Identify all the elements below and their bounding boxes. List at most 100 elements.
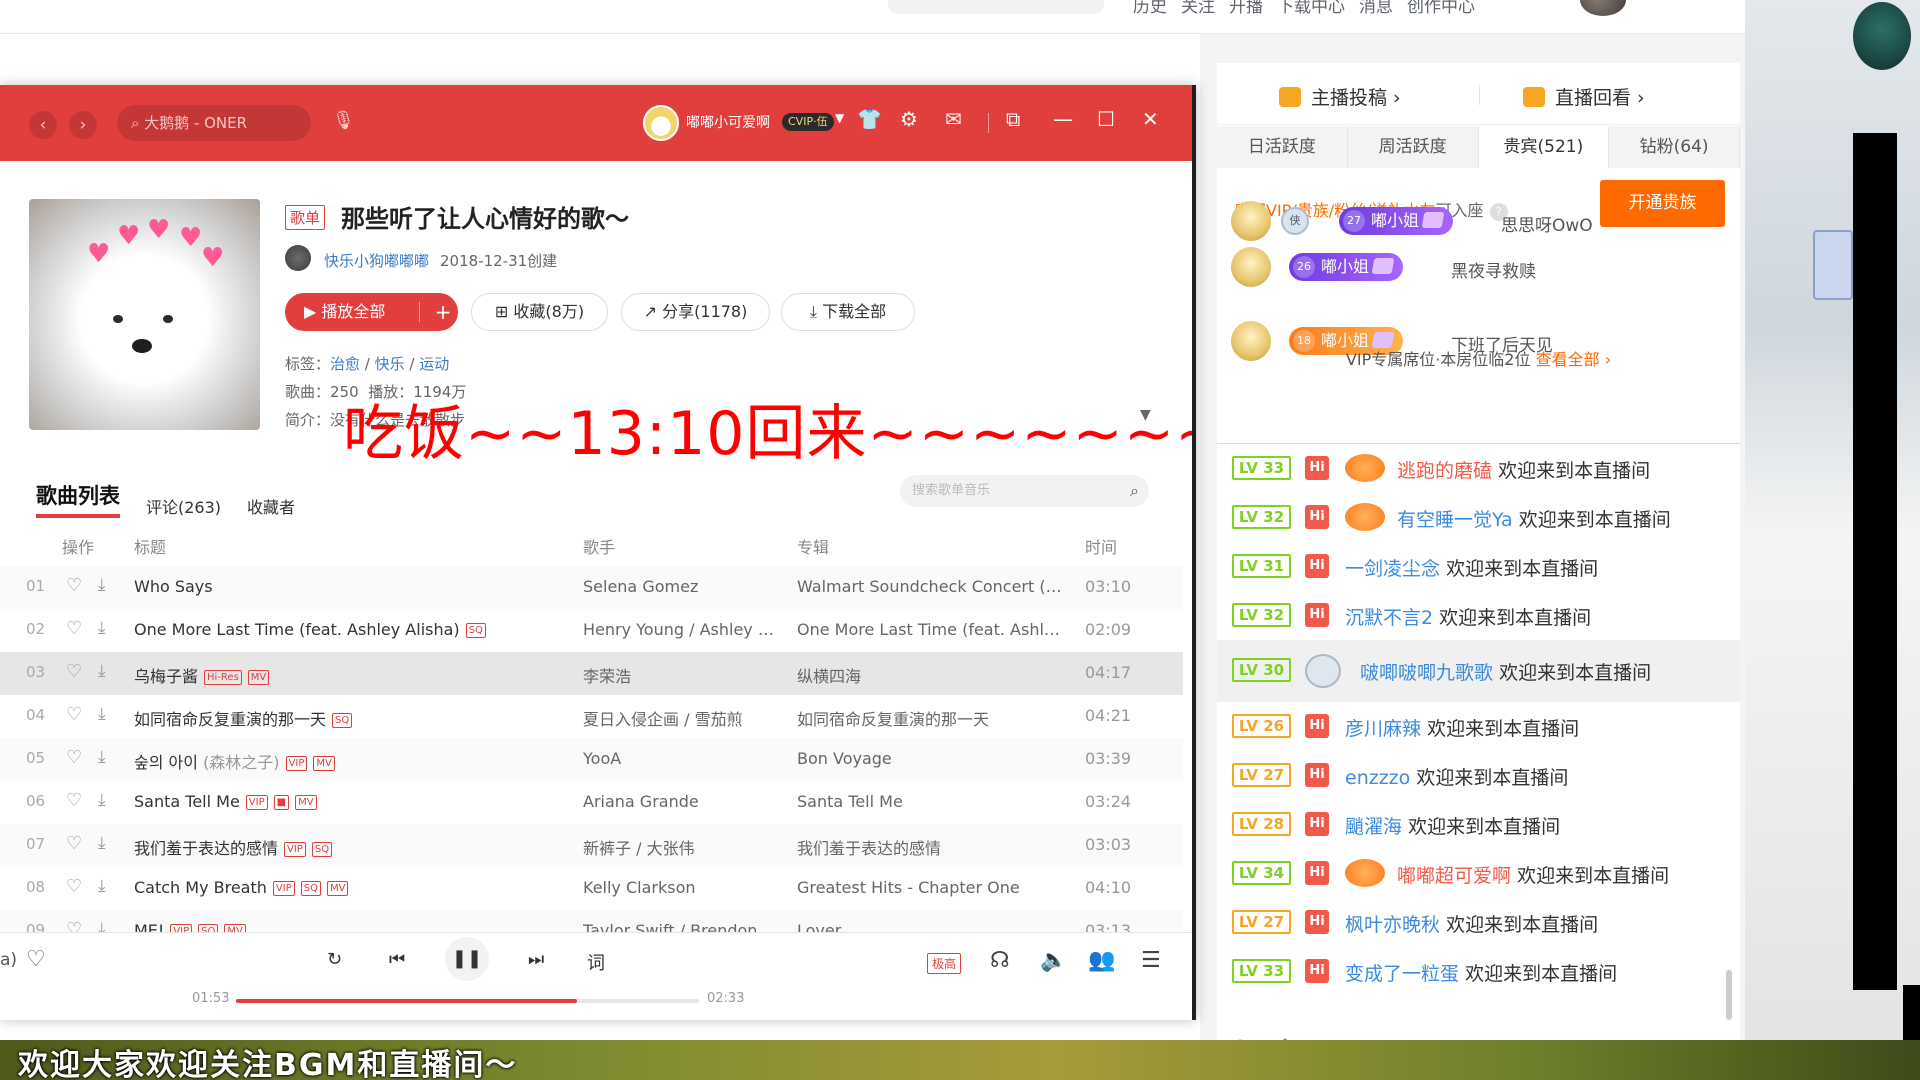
- chat-message[interactable]: LV 33 Hi 变成了一粒蛋 欢迎来到本直播间: [1217, 947, 1740, 996]
- chat-username[interactable]: 啵唧啵唧九歌歌: [1360, 662, 1493, 684]
- back-icon[interactable]: ‹: [29, 111, 57, 139]
- like-icon[interactable]: ♡: [66, 618, 82, 639]
- song-title-text[interactable]: 我们羞于表达的感情: [134, 839, 278, 858]
- tag-link[interactable]: 快乐: [375, 355, 405, 373]
- song-badge[interactable]: SQ: [465, 623, 486, 638]
- chevron-down-icon[interactable]: ▼: [835, 111, 844, 125]
- table-row[interactable]: 06 ♡ ⤓ Santa Tell Me VIP ■ MV Ariana Grande Sant…: [0, 781, 1183, 824]
- song-badge[interactable]: MV: [295, 795, 317, 810]
- chat-username[interactable]: 颵濯海: [1345, 816, 1402, 838]
- current-song-fragment[interactable]: a): [0, 950, 17, 970]
- previous-icon[interactable]: ⏮: [389, 949, 405, 970]
- song-title-text[interactable]: Who Says: [134, 577, 213, 596]
- chat-username[interactable]: 变成了一粒蛋: [1345, 963, 1459, 985]
- song-artist[interactable]: 夏日入侵企画 / 雪茄煎: [583, 706, 783, 730]
- song-album[interactable]: 如同宿命反复重演的那一天: [797, 706, 1069, 730]
- table-row[interactable]: 05 ♡ ⤓ 숲의 아이 (森林之子) VIP MV YooA Bon Voyage 03:39: [0, 738, 1183, 781]
- download-icon[interactable]: ⤓: [98, 876, 106, 896]
- song-title-text[interactable]: Santa Tell Me: [134, 792, 240, 811]
- maximize-icon[interactable]: ☐: [1097, 107, 1115, 131]
- mail-icon[interactable]: ✉: [945, 107, 962, 131]
- tab-comments[interactable]: 评论(263): [146, 494, 221, 518]
- chat-message[interactable]: LV 34 Hi 嘟嘟超可爱啊 欢迎来到本直播间: [1217, 849, 1740, 898]
- player-search-input[interactable]: ⌕ 大鹅鹅 - ONER: [117, 105, 311, 141]
- song-artist[interactable]: Kelly Clarkson: [583, 878, 783, 897]
- site-search-input[interactable]: [888, 0, 1104, 14]
- nav-download[interactable]: 下载中心: [1277, 0, 1345, 17]
- download-icon[interactable]: ⤓: [98, 618, 106, 638]
- progress-slider[interactable]: [236, 999, 699, 1003]
- song-title[interactable]: 乌梅子酱 Hi-Res MV: [134, 663, 270, 687]
- vip-seat[interactable]: 26 嘟小姐 黑夜寻救赎: [1231, 247, 1731, 289]
- song-badge[interactable]: VIP: [272, 881, 295, 896]
- chat-username[interactable]: 枫叶亦晚秋: [1345, 914, 1440, 936]
- song-title-text[interactable]: 숲의 아이: [134, 753, 198, 772]
- quality-button[interactable]: 极高: [927, 953, 962, 974]
- repeat-icon[interactable]: ↻: [327, 949, 342, 970]
- download-icon[interactable]: ⤓: [98, 833, 106, 853]
- song-title-text[interactable]: Catch My Breath: [134, 878, 267, 897]
- table-row[interactable]: 02 ♡ ⤓ One More Last Time (feat. Ashley Ali…: [0, 609, 1183, 652]
- song-title-text[interactable]: 如同宿命反复重演的那一天: [134, 710, 326, 729]
- chat-message[interactable]: LV 26 Hi 彦川麻辣 欢迎来到本直播间: [1217, 702, 1740, 751]
- col-title[interactable]: 标题: [134, 534, 166, 558]
- song-album[interactable]: 纵横四海: [797, 663, 1069, 687]
- song-album[interactable]: Bon Voyage: [797, 749, 1069, 768]
- table-row[interactable]: 08 ♡ ⤓ Catch My Breath VIP SQ MV Kelly Clarkson…: [0, 867, 1183, 910]
- streamer-uploads-link[interactable]: 主播投稿 ›: [1279, 83, 1401, 110]
- nav-creator[interactable]: 创作中心: [1407, 0, 1475, 17]
- download-icon[interactable]: ⤓: [98, 747, 106, 767]
- effects-icon[interactable]: ☊: [990, 948, 1010, 973]
- chat-message[interactable]: LV 27 Hi 枫叶亦晚秋 欢迎来到本直播间: [1217, 898, 1740, 947]
- like-icon[interactable]: ♡: [66, 661, 82, 682]
- chat-message[interactable]: LV 32 Hi 沉默不言2 欢迎来到本直播间: [1217, 591, 1740, 640]
- tab-weekly[interactable]: 周活跃度: [1348, 126, 1479, 168]
- creator-name[interactable]: 快乐小狗嘟嘟嘟: [324, 250, 429, 271]
- table-row[interactable]: 04 ♡ ⤓ 如同宿命反复重演的那一天 SQ 夏日入侵企画 / 雪茄煎 如同宿命反复重演的那…: [0, 695, 1183, 738]
- like-icon[interactable]: ♡: [66, 790, 82, 811]
- song-album[interactable]: Greatest Hits - Chapter One: [797, 878, 1069, 897]
- song-album[interactable]: Santa Tell Me: [797, 792, 1069, 811]
- skin-icon[interactable]: 👕: [857, 107, 882, 131]
- nav-golive[interactable]: 开播: [1229, 0, 1263, 17]
- like-icon[interactable]: ♡: [66, 575, 82, 596]
- song-title[interactable]: Who Says: [134, 577, 213, 596]
- song-badge[interactable]: VIP: [285, 756, 308, 771]
- song-badge[interactable]: MV: [326, 881, 349, 896]
- song-badge[interactable]: MV: [247, 670, 270, 685]
- download-all-button[interactable]: ⤓ 下载全部: [781, 293, 915, 331]
- like-icon[interactable]: ♡: [66, 704, 82, 725]
- tag-link[interactable]: 运动: [419, 355, 449, 373]
- view-all-link[interactable]: 查看全部 ›: [1536, 350, 1612, 369]
- like-icon[interactable]: ♡: [66, 747, 82, 768]
- table-row[interactable]: 01 ♡ ⤓ Who Says Selena Gomez Walmart Soundche…: [0, 566, 1183, 609]
- chat-username[interactable]: 沉默不言2: [1345, 607, 1433, 629]
- playlist-cover[interactable]: ♥ ♥ ♥ ♥ ♥: [29, 199, 260, 430]
- nav-follow[interactable]: 关注: [1181, 0, 1215, 17]
- song-badge[interactable]: VIP: [284, 842, 306, 857]
- tab-daily[interactable]: 日活跃度: [1217, 126, 1348, 168]
- song-badge[interactable]: Hi-Res: [204, 670, 242, 685]
- tab-diamond-fans[interactable]: 钻粉(64): [1609, 126, 1740, 168]
- song-artist[interactable]: YooA: [583, 749, 783, 768]
- song-badge[interactable]: ■: [273, 795, 290, 810]
- chat-scrollbar[interactable]: [1726, 970, 1732, 1020]
- like-icon[interactable]: ♡: [66, 876, 82, 897]
- tab-collectors[interactable]: 收藏者: [247, 494, 295, 518]
- song-badge[interactable]: SQ: [311, 842, 333, 857]
- song-badge[interactable]: VIP: [245, 795, 268, 810]
- song-title[interactable]: One More Last Time (feat. Ashley Alisha)…: [134, 620, 486, 639]
- next-icon[interactable]: ⏭: [528, 949, 544, 970]
- minimize-icon[interactable]: —: [1053, 107, 1073, 131]
- col-artist[interactable]: 歌手: [583, 534, 615, 558]
- song-title[interactable]: 我们羞于表达的感情 VIP SQ: [134, 835, 333, 859]
- vip-seat[interactable]: 侠 27 嘟小姐 思思呀OwO: [1231, 201, 1731, 243]
- chat-username[interactable]: 彦川麻辣: [1345, 718, 1421, 740]
- song-album[interactable]: 我们羞于表达的感情: [797, 835, 1069, 859]
- song-title[interactable]: Catch My Breath VIP SQ MV: [134, 878, 349, 897]
- user-avatar[interactable]: [643, 105, 679, 141]
- seat-nickname[interactable]: 思思呀OwO: [1501, 211, 1593, 236]
- like-icon[interactable]: ♡: [26, 947, 46, 972]
- song-title[interactable]: 숲의 아이 (森林之子) VIP MV: [134, 749, 335, 773]
- song-album[interactable]: One More Last Time (feat. Ashley Alisha): [797, 620, 1069, 639]
